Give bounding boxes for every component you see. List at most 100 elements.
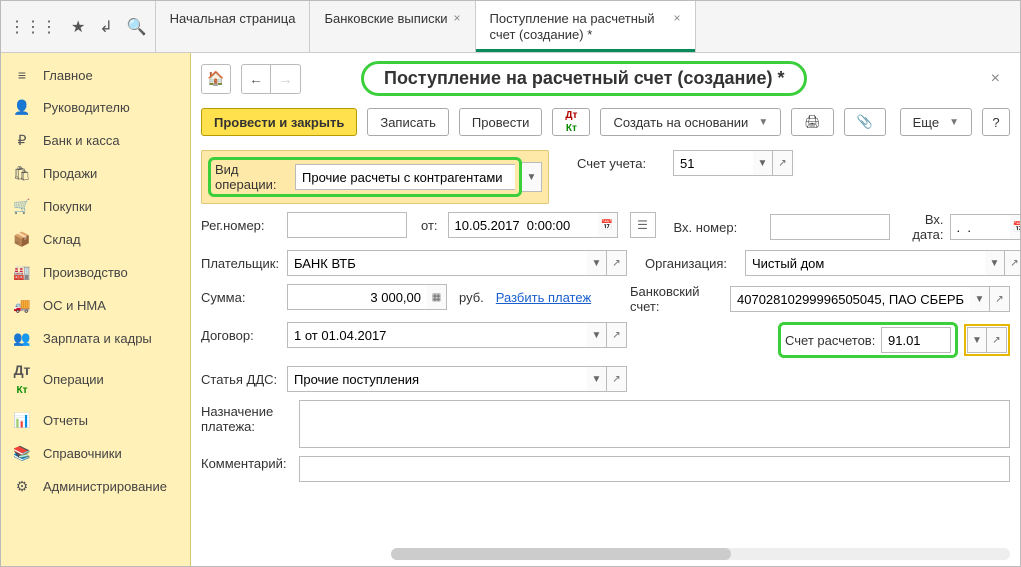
home-button[interactable]: 🏠 xyxy=(201,64,231,94)
split-payment-link[interactable]: Разбить платеж xyxy=(496,290,591,305)
star-icon[interactable]: ★ xyxy=(71,17,85,37)
bankacc-open[interactable]: ↗ xyxy=(990,286,1010,312)
account-dropdown[interactable]: ▼ xyxy=(753,150,773,176)
create-based-button[interactable]: Создать на основании▼ xyxy=(600,108,781,136)
dds-open[interactable]: ↗ xyxy=(607,366,627,392)
sum-input[interactable] xyxy=(287,284,427,310)
tab-home[interactable]: Начальная страница xyxy=(156,1,311,52)
help-button[interactable]: ? xyxy=(982,108,1010,136)
sidebar-item-refs[interactable]: 📚 Справочники xyxy=(1,437,190,470)
sidebar-item-label: Отчеты xyxy=(43,413,88,428)
sidebar-item-salary[interactable]: 👥Зарплата и кадры xyxy=(1,322,190,355)
post-and-close-button[interactable]: Провести и закрыть xyxy=(201,108,357,136)
search-icon[interactable]: 🔍 xyxy=(127,17,147,37)
from-label: от: xyxy=(421,218,438,233)
form-area: Вид операции: ▼ Счет учета: ▼ ↗ xyxy=(191,146,1020,542)
app-window: ⋮⋮⋮ ★ ↲ 🔍 Начальная страница Банковские … xyxy=(0,0,1021,567)
org-open[interactable]: ↗ xyxy=(1005,250,1020,276)
sidebar-item-assets[interactable]: 🚚ОС и НМА xyxy=(1,289,190,322)
page-title: Поступление на расчетный счет (создание)… xyxy=(361,61,807,96)
sidebar-item-label: Справочники xyxy=(43,446,122,461)
sidebar-item-bank[interactable]: ₽Банк и касса xyxy=(1,124,190,157)
post-button[interactable]: Провести xyxy=(459,108,543,136)
topbar-icons: ⋮⋮⋮ ★ ↲ 🔍 xyxy=(1,1,156,52)
scrollbar-thumb[interactable] xyxy=(391,548,731,560)
in-date-picker[interactable]: 📅 xyxy=(1010,214,1020,240)
payer-label: Плательщик: xyxy=(201,256,281,271)
close-icon[interactable]: × xyxy=(674,11,681,25)
sidebar-item-sales[interactable]: 🛍Продажи xyxy=(1,157,190,190)
contract-open[interactable]: ↗ xyxy=(607,322,627,348)
print-button[interactable]: 🖨 xyxy=(791,108,834,136)
sum-label: Сумма: xyxy=(201,290,281,305)
sidebar-item-reports[interactable]: 📊Отчеты xyxy=(1,404,190,437)
dtkt-icon: ДтКт xyxy=(565,111,577,134)
bankacc-input[interactable] xyxy=(730,286,970,312)
date-input[interactable] xyxy=(448,212,598,238)
contract-dropdown[interactable]: ▼ xyxy=(587,322,607,348)
settle-acc-input[interactable] xyxy=(881,327,951,353)
close-icon[interactable]: × xyxy=(454,11,461,25)
content: 🏠 ← → Поступление на расчетный счет (соз… xyxy=(191,53,1020,566)
sidebar-item-main[interactable]: ≡Главное xyxy=(1,59,190,91)
settle-acc-open[interactable]: ↗ xyxy=(987,327,1007,353)
toolbar: Провести и закрыть Записать Провести ДтК… xyxy=(191,104,1020,146)
org-input[interactable] xyxy=(745,250,985,276)
bankacc-dropdown[interactable]: ▼ xyxy=(970,286,990,312)
regno-input[interactable] xyxy=(287,212,407,238)
tab-bank-statements[interactable]: Банковские выписки × xyxy=(310,1,475,52)
sidebar-item-warehouse[interactable]: 📦Склад xyxy=(1,223,190,256)
op-type-dropdown[interactable]: ▼ xyxy=(522,162,542,192)
close-form-button[interactable]: × xyxy=(991,70,1010,88)
tab-label: Поступление на расчетный счет (создание)… xyxy=(490,11,668,44)
sum-calc[interactable]: ▦ xyxy=(427,284,447,310)
payer-dropdown[interactable]: ▼ xyxy=(587,250,607,276)
in-date-input[interactable] xyxy=(950,214,1010,240)
comment-input[interactable] xyxy=(299,456,1010,482)
contract-input[interactable] xyxy=(287,322,587,348)
org-dropdown[interactable]: ▼ xyxy=(985,250,1005,276)
btn-label: Создать на основании xyxy=(613,115,748,130)
body: ≡Главное 👤 Руководителю ₽Банк и касса 🛍Пр… xyxy=(1,53,1020,566)
back-button[interactable]: ← xyxy=(241,64,271,94)
sidebar-item-operations[interactable]: ДтКтОперации xyxy=(1,355,190,404)
date-picker[interactable]: 📅 xyxy=(598,212,618,238)
account-open[interactable]: ↗ xyxy=(773,150,793,176)
attach-button[interactable]: 📎 xyxy=(844,108,886,136)
sidebar-item-purchases[interactable]: 🛒Покупки xyxy=(1,190,190,223)
sidebar-item-label: Производство xyxy=(43,265,128,280)
payer-open[interactable]: ↗ xyxy=(607,250,627,276)
more-button[interactable]: Еще▼ xyxy=(900,108,972,136)
sidebar: ≡Главное 👤 Руководителю ₽Банк и касса 🛍Пр… xyxy=(1,53,191,566)
sidebar-item-production[interactable]: 🏭Производство xyxy=(1,256,190,289)
sidebar-item-label: Главное xyxy=(43,68,93,83)
dtkt-button[interactable]: ДтКт xyxy=(552,108,590,136)
payer-input[interactable] xyxy=(287,250,587,276)
settle-acc-btns: ▼ ↗ xyxy=(964,324,1010,356)
op-type-input[interactable] xyxy=(295,164,515,190)
history-icon[interactable]: ↲ xyxy=(99,17,112,37)
write-button[interactable]: Записать xyxy=(367,108,449,136)
tabs: Начальная страница Банковские выписки × … xyxy=(156,1,696,52)
op-type-combo[interactable] xyxy=(295,164,515,190)
contract-label: Договор: xyxy=(201,328,281,343)
sidebar-item-label: Руководителю xyxy=(43,100,130,115)
apps-icon[interactable]: ⋮⋮⋮ xyxy=(9,17,57,37)
settle-acc-dropdown[interactable]: ▼ xyxy=(967,327,987,353)
in-no-input[interactable] xyxy=(770,214,890,240)
list-button[interactable]: ☰ xyxy=(630,212,656,238)
tab-label: Банковские выписки xyxy=(324,11,447,27)
purpose-input[interactable] xyxy=(299,400,1010,448)
dds-input[interactable] xyxy=(287,366,587,392)
account-input[interactable] xyxy=(673,150,753,176)
person-icon: 👤 xyxy=(13,99,31,116)
horizontal-scrollbar[interactable] xyxy=(391,548,1010,560)
dds-dropdown[interactable]: ▼ xyxy=(587,366,607,392)
dds-label: Статья ДДС: xyxy=(201,372,281,387)
forward-button[interactable]: → xyxy=(271,64,301,94)
chevron-down-icon: ▼ xyxy=(949,117,959,128)
tab-receipt[interactable]: Поступление на расчетный счет (создание)… xyxy=(476,1,696,52)
sidebar-item-admin[interactable]: ⚙Администрирование xyxy=(1,470,190,503)
sidebar-item-manager[interactable]: 👤 Руководителю xyxy=(1,91,190,124)
books-icon: 📚 xyxy=(13,445,31,462)
